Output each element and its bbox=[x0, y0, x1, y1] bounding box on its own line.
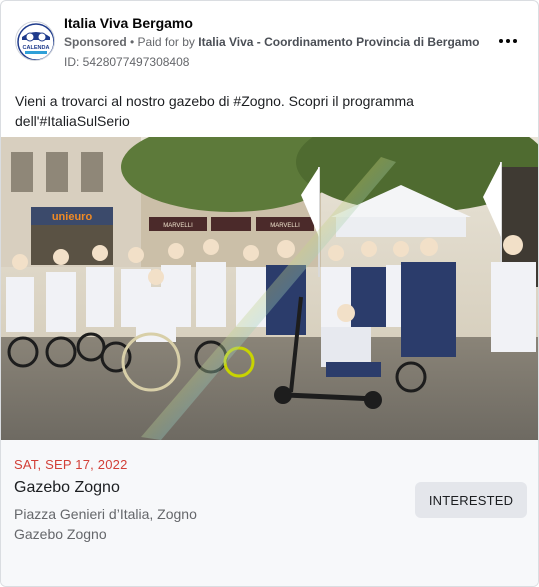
post-text-line-2: dell'#ItaliaSulSerio bbox=[15, 113, 130, 129]
interested-button[interactable]: INTERESTED bbox=[415, 482, 527, 518]
ad-id: ID: 5428077497308408 bbox=[64, 55, 190, 69]
avatar-text: CALENDA bbox=[23, 45, 50, 51]
post-text-line-1: Vieni a trovarci al nostro gazebo di #Zo… bbox=[15, 93, 414, 109]
page-name[interactable]: Italia Viva Bergamo bbox=[64, 15, 193, 31]
post-header: CALENDA Italia Viva Bergamo Sponsored • … bbox=[15, 11, 524, 71]
store-sign: unieuro bbox=[52, 211, 93, 223]
event-footer: SAT, SEP 17, 2022 Gazebo Zogno Piazza Ge… bbox=[1, 440, 538, 586]
paid-for-by-label: Paid for by bbox=[137, 35, 195, 49]
shop-sign-2: MARVELLI bbox=[270, 223, 300, 229]
more-options-icon[interactable] bbox=[496, 29, 520, 53]
payer-name[interactable]: Italia Viva - Coordinamento Provincia di… bbox=[198, 35, 479, 49]
shop-sign-1: MARVELLI bbox=[163, 223, 193, 229]
separator: • bbox=[126, 35, 138, 49]
event-place: Piazza Genieri d’Italia, Zogno bbox=[14, 506, 197, 522]
avatar-logo: CALENDA bbox=[17, 23, 54, 60]
sponsor-line: Sponsored • Paid for by Italia Viva - Co… bbox=[64, 35, 479, 49]
page-avatar[interactable]: CALENDA bbox=[15, 21, 55, 61]
sponsored-label: Sponsored bbox=[64, 35, 127, 49]
ad-card: CALENDA Italia Viva Bergamo Sponsored • … bbox=[0, 0, 539, 587]
event-date: SAT, SEP 17, 2022 bbox=[14, 457, 128, 472]
post-text: Vieni a trovarci al nostro gazebo di #Zo… bbox=[15, 91, 515, 131]
post-photo[interactable]: unieuro MARVELLI MARVELLI bbox=[1, 137, 538, 440]
event-description: Gazebo Zogno bbox=[14, 526, 107, 542]
event-title[interactable]: Gazebo Zogno bbox=[14, 479, 120, 497]
group-photo-illustration: unieuro MARVELLI MARVELLI bbox=[1, 137, 538, 440]
